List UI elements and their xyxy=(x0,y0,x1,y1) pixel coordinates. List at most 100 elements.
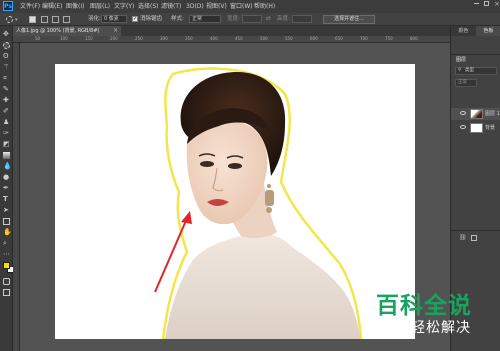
portrait-photo xyxy=(154,67,363,339)
quick-mask-icon[interactable] xyxy=(3,278,10,285)
blur-tool-icon[interactable]: 💧 xyxy=(3,163,12,170)
panel-divider xyxy=(451,54,500,55)
left-eye xyxy=(200,161,214,167)
zoom-tool-icon[interactable]: ⌕ xyxy=(3,240,10,247)
feather-label: 羽化: xyxy=(88,16,101,22)
ruler-mark: 550 xyxy=(285,36,293,41)
menu-edit[interactable]: 编辑(E) xyxy=(42,0,62,13)
move-tool-icon[interactable]: ✥ xyxy=(3,31,10,38)
layer-filter-icon: ⚲ xyxy=(458,68,462,73)
add-to-selection-icon[interactable] xyxy=(41,16,48,23)
eyedropper-tool-icon[interactable]: ✎ xyxy=(3,86,10,93)
visibility-eye-icon[interactable] xyxy=(460,125,466,129)
ruler-mark: 200 xyxy=(110,36,118,41)
minimize-icon[interactable] xyxy=(474,3,479,4)
layer-name: 图层 1 xyxy=(485,111,500,117)
gradient-tool-icon[interactable] xyxy=(3,152,10,159)
ruler-mark: 750 xyxy=(385,36,393,41)
tab-swatches[interactable]: 色板 xyxy=(476,26,500,36)
shape-tool-icon[interactable] xyxy=(3,218,10,225)
elliptical-marquee-icon[interactable] xyxy=(6,16,13,23)
layer-row[interactable]: 图层 1 xyxy=(451,108,500,120)
menu-type[interactable]: 文字(Y) xyxy=(114,0,134,13)
close-icon[interactable]: × xyxy=(494,0,500,8)
marquee-tool-icon[interactable] xyxy=(3,42,10,49)
tab-color[interactable]: 颜色 xyxy=(451,26,476,36)
intersect-selection-icon[interactable] xyxy=(63,16,70,23)
tool-preset-chevron-down-icon[interactable]: ▾ xyxy=(15,18,18,23)
link-layers-icon[interactable]: ⛓ xyxy=(459,235,467,241)
brush-tool-icon[interactable]: ✐ xyxy=(3,108,10,115)
tools-panel: ✥ ʘ ⚚ ⌗ ✎ ✚ ✐ ♟ ✑ ◩ 💧 ● ✒ T ➤ ✋ ⌕ ⋯ xyxy=(0,26,14,351)
close-tab-icon[interactable]: × xyxy=(113,26,118,36)
menu-layer[interactable]: 图层(L) xyxy=(90,0,110,13)
history-brush-tool-icon[interactable]: ✑ xyxy=(3,130,10,137)
menu-filter[interactable]: 滤镜(T) xyxy=(161,0,181,13)
blend-mode-select[interactable]: 正常 xyxy=(455,79,477,87)
subtract-from-selection-icon[interactable] xyxy=(52,16,59,23)
ruler-mark: 800 xyxy=(410,36,418,41)
width-input[interactable] xyxy=(242,15,262,23)
clone-stamp-tool-icon[interactable]: ♟ xyxy=(3,119,10,126)
type-tool-icon[interactable]: T xyxy=(3,196,10,203)
blend-mode-value: 正常 xyxy=(458,80,467,85)
document-canvas[interactable] xyxy=(55,64,415,339)
ruler-mark: 350 xyxy=(185,36,193,41)
pen-tool-icon[interactable]: ✒ xyxy=(3,185,10,192)
swap-dimensions-icon[interactable]: ⇄ xyxy=(266,13,271,25)
antialias-checkbox[interactable]: ✓ xyxy=(132,16,138,22)
menu-file[interactable]: 文件(F) xyxy=(20,0,40,13)
layer-name: 背景 xyxy=(485,125,496,131)
dodge-tool-icon[interactable]: ● xyxy=(3,174,10,181)
edit-toolbar-icon[interactable]: ⋯ xyxy=(3,251,10,258)
menu-help[interactable]: 帮助(H) xyxy=(254,0,275,13)
select-and-mask-button[interactable]: 选择并遮住... xyxy=(323,15,375,24)
lasso-tool-icon[interactable]: ʘ xyxy=(3,53,10,60)
menu-3d[interactable]: 3D(D) xyxy=(186,0,204,13)
document-tab-bar: 人像1.jpg @ 100% (背景, RGB/8#) × xyxy=(13,26,450,36)
ruler-mark: 300 xyxy=(160,36,168,41)
height-input[interactable] xyxy=(292,15,312,23)
healing-brush-tool-icon[interactable]: ✚ xyxy=(3,97,10,104)
menu-bar: Ps 文件(F) 编辑(E) 图像(I) 图层(L) 文字(Y) 选择(S) 滤… xyxy=(0,0,500,13)
feather-input[interactable]: 0 像素 xyxy=(101,15,127,23)
new-selection-icon[interactable] xyxy=(29,16,36,23)
ruler-mark: 100 xyxy=(60,36,68,41)
hand-tool-icon[interactable]: ✋ xyxy=(3,229,12,236)
screen-mode-icon[interactable] xyxy=(3,289,10,296)
menu-window[interactable]: 窗口(W) xyxy=(230,0,253,13)
eraser-tool-icon[interactable]: ◩ xyxy=(3,141,10,148)
ruler-mark: 400 xyxy=(210,36,218,41)
new-layer-icon[interactable] xyxy=(471,235,477,241)
magic-wand-tool-icon[interactable]: ⚚ xyxy=(3,64,10,71)
ruler-mark: 600 xyxy=(310,36,318,41)
vertical-ruler xyxy=(13,43,20,351)
ruler-mark: 150 xyxy=(85,36,93,41)
ruler-mark: 450 xyxy=(235,36,243,41)
annotation-arrow-head xyxy=(181,211,192,224)
width-label: 宽度: xyxy=(227,16,240,22)
ruler-mark: 700 xyxy=(360,36,368,41)
layer-thumbnail xyxy=(470,109,483,119)
style-label: 样式: xyxy=(171,16,184,22)
menu-view[interactable]: 视图(V) xyxy=(206,0,227,13)
document-tab[interactable]: 人像1.jpg @ 100% (背景, RGB/8#) × xyxy=(13,26,121,36)
document-tab-title: 人像1.jpg @ 100% (背景, RGB/8#) xyxy=(16,28,100,34)
layer-filter-label: 类型 xyxy=(465,68,474,73)
style-select[interactable]: 正常 xyxy=(189,15,221,23)
menu-select[interactable]: 选择(S) xyxy=(138,0,159,13)
ruler-mark: 650 xyxy=(335,36,343,41)
foreground-color-swatch[interactable] xyxy=(3,262,10,269)
menu-image[interactable]: 图像(I) xyxy=(66,0,84,13)
horizontal-ruler: 50 100 150 200 250 300 350 400 450 500 5… xyxy=(13,36,450,43)
path-selection-tool-icon[interactable]: ➤ xyxy=(3,207,10,214)
panel-divider xyxy=(451,230,500,231)
layers-panel-title: 图层 xyxy=(456,57,467,63)
crop-tool-icon[interactable]: ⌗ xyxy=(3,75,10,82)
layer-filter-select[interactable]: ⚲ 类型 xyxy=(455,67,497,75)
right-eye xyxy=(228,163,242,169)
antialias-label: 消除锯齿 xyxy=(140,16,163,22)
layer-row[interactable]: 背景 xyxy=(451,122,500,134)
visibility-eye-icon[interactable] xyxy=(460,111,466,115)
maximize-icon[interactable] xyxy=(484,1,489,6)
